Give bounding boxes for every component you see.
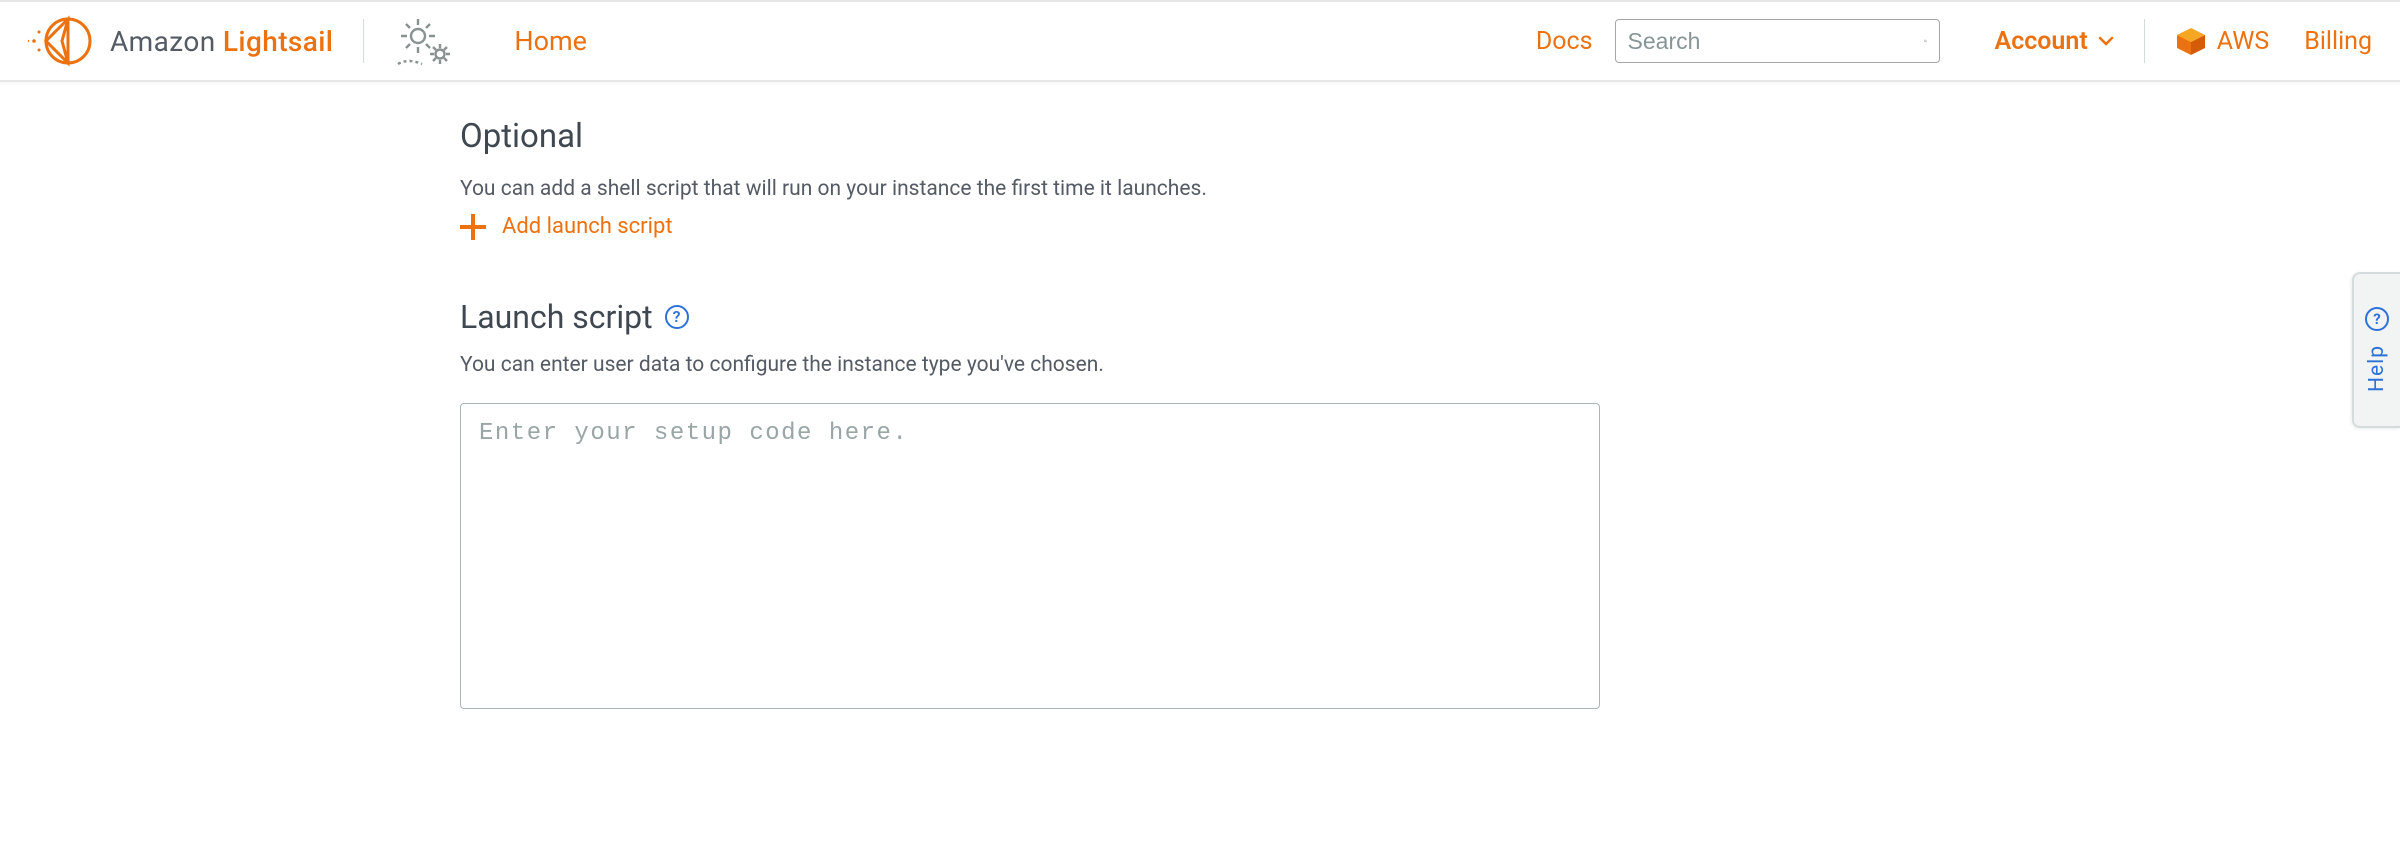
divider [2144,19,2145,63]
help-icon[interactable]: ? [665,305,689,329]
add-launch-script-button[interactable]: Add launch script [460,214,1600,240]
page-header: Amazon Lightsail Home Docs Account [0,0,2400,82]
search-box[interactable] [1615,19,1940,63]
launch-script-heading-row: Launch script ? [460,298,1600,336]
account-dropdown[interactable]: Account [1995,27,2114,56]
divider [363,19,364,63]
lightsail-logo-icon [28,12,92,70]
account-label: Account [1995,27,2088,56]
nav-billing[interactable]: Billing [2304,27,2372,56]
nav-home[interactable]: Home [514,25,587,57]
brand-text: Amazon Lightsail [110,25,333,58]
aws-label: AWS [2217,27,2270,56]
nav-aws[interactable]: AWS [2175,26,2270,56]
launch-script-heading: Launch script [460,298,653,336]
help-tab-label: Help [2365,345,2389,392]
chevron-down-icon [2098,33,2114,49]
main-content: Optional You can add a shell script that… [0,82,1600,713]
plus-icon [460,214,486,240]
header-right: Docs Account AWS Billing [1536,19,2372,63]
header-left: Amazon Lightsail Home [28,12,587,70]
optional-heading: Optional [460,117,1600,156]
launch-script-textarea[interactable] [460,403,1600,709]
add-launch-script-label: Add launch script [502,214,673,239]
aws-cube-icon [2175,26,2207,56]
optional-description: You can add a shell script that will run… [460,174,1600,206]
help-side-tab[interactable]: ? Help [2352,272,2400,428]
nav-docs[interactable]: Docs [1536,27,1593,56]
search-input[interactable] [1628,28,1924,55]
search-icon [1924,28,1927,54]
help-circle-icon: ? [2365,307,2389,331]
launch-script-description: You can enter user data to configure the… [460,350,1600,382]
lightsail-logo-link[interactable]: Amazon Lightsail [28,12,333,70]
gears-icon[interactable] [394,14,454,68]
